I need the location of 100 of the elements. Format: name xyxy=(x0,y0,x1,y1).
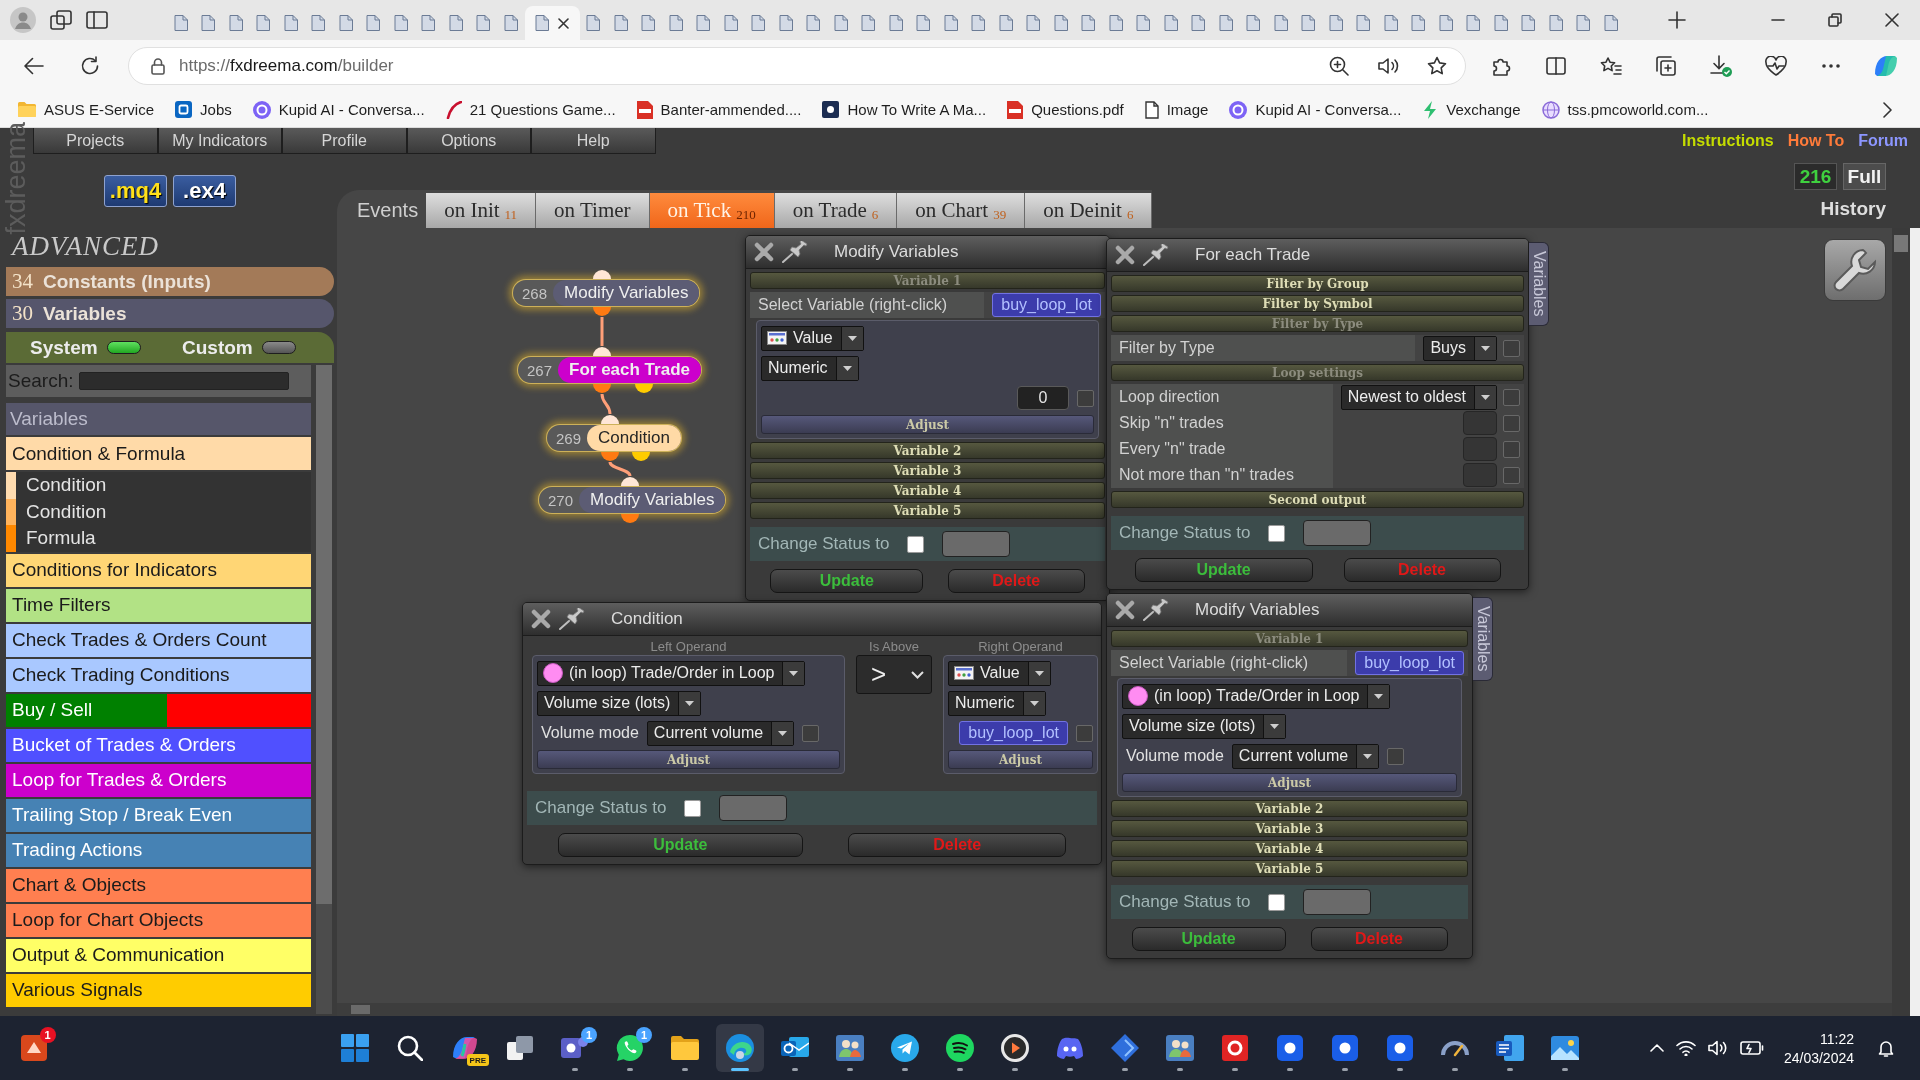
wifi-icon[interactable] xyxy=(1675,1040,1696,1056)
dropdown[interactable]: Volume size (lots) xyxy=(1122,713,1287,739)
checkbox[interactable] xyxy=(1387,747,1405,765)
browser-tab[interactable] xyxy=(524,6,580,40)
pin-icon[interactable] xyxy=(1143,244,1171,266)
checkbox[interactable] xyxy=(1503,388,1520,406)
section-header[interactable]: Second output xyxy=(1111,491,1524,508)
status-input[interactable] xyxy=(942,531,1011,557)
pin-icon[interactable] xyxy=(559,608,587,630)
menu-item[interactable]: Projects xyxy=(33,128,158,154)
bookmark-item[interactable]: Kupid AI - Conversa... xyxy=(252,100,425,119)
event-tab[interactable]: on Trade 6 xyxy=(774,193,898,228)
battery-icon[interactable] xyxy=(1739,1041,1764,1055)
toggle-switch[interactable] xyxy=(261,341,296,354)
adjust-button[interactable]: Adjust xyxy=(537,750,840,769)
section-header[interactable]: Variable 3 xyxy=(1111,820,1468,837)
plus-icon[interactable] xyxy=(1667,11,1686,29)
dropdown[interactable]: Numeric xyxy=(948,690,1046,716)
chevron-right-icon[interactable] xyxy=(1883,101,1892,118)
mode-button[interactable]: Full xyxy=(1843,163,1886,190)
bookmark-item[interactable]: How To Write A Ma... xyxy=(822,101,987,118)
category-item[interactable]: Check Trades & Orders Count xyxy=(6,623,311,657)
checkbox[interactable] xyxy=(1077,389,1094,407)
bookmark-item[interactable]: Image xyxy=(1144,100,1209,119)
event-tab[interactable]: on Deinit 6 xyxy=(1025,193,1153,228)
category-item[interactable]: Check Trading Conditions xyxy=(6,658,311,692)
pin-icon[interactable] xyxy=(1143,599,1171,621)
bookmark-item[interactable]: Questions.pdf xyxy=(1007,100,1124,119)
category-item[interactable]: Output & Communication xyxy=(6,938,311,972)
menu-item[interactable]: Options xyxy=(406,128,531,154)
variable-chip[interactable]: buy_loop_lot xyxy=(1355,651,1464,675)
star-icon[interactable] xyxy=(1427,56,1447,76)
favorites-icon[interactable] xyxy=(1600,56,1622,76)
dropdown[interactable]: Buys xyxy=(1423,335,1497,361)
category-item[interactable]: Formula xyxy=(6,525,311,552)
restore-icon[interactable] xyxy=(1827,13,1842,27)
speaker-icon[interactable] xyxy=(1377,57,1399,75)
flow-node[interactable]: 270 Modify Variables xyxy=(538,486,727,514)
status-checkbox[interactable] xyxy=(1268,893,1286,911)
dropdown[interactable]: Volume size (lots) xyxy=(537,690,702,716)
section-header[interactable]: Variable 4 xyxy=(1111,840,1468,857)
nav-link[interactable]: Forum xyxy=(1858,132,1908,150)
category-item[interactable]: Conditions for Indicators xyxy=(6,553,311,587)
status-checkbox[interactable] xyxy=(907,535,925,553)
menu-item[interactable]: My Indicators xyxy=(157,128,282,154)
adjust-button[interactable]: Adjust xyxy=(761,415,1094,434)
more-icon[interactable] xyxy=(1822,64,1840,68)
checkbox[interactable] xyxy=(1503,466,1520,484)
input-field[interactable] xyxy=(1463,463,1497,487)
adjust-button[interactable]: Adjust xyxy=(948,750,1093,769)
section-header[interactable]: Variable 5 xyxy=(750,502,1105,519)
bookmark-item[interactable]: Vexchange xyxy=(1422,100,1521,119)
category-item[interactable]: Various Signals xyxy=(6,973,311,1007)
section-header[interactable]: Variable 2 xyxy=(750,442,1105,459)
input-field[interactable] xyxy=(1463,411,1497,435)
close-icon[interactable] xyxy=(1115,245,1135,265)
category-item[interactable]: Bucket of Trades & Orders xyxy=(6,728,311,762)
split-screen-icon[interactable] xyxy=(1546,57,1566,75)
menu-item[interactable]: Profile xyxy=(282,128,407,154)
menu-item[interactable]: Help xyxy=(531,128,656,154)
category-item[interactable]: Time Filters xyxy=(6,588,311,622)
nav-link[interactable]: How To xyxy=(1787,132,1845,150)
checkbox[interactable] xyxy=(1503,339,1520,357)
volume-icon[interactable] xyxy=(1707,1040,1728,1056)
chevron-up-icon[interactable] xyxy=(1649,1044,1664,1052)
category-item[interactable]: Loop for Trades & Orders xyxy=(6,763,311,797)
checkbox[interactable] xyxy=(1503,440,1520,458)
taskbar-button[interactable] xyxy=(716,1024,764,1072)
section-header[interactable]: Variable 4 xyxy=(750,482,1105,499)
update-button[interactable]: Update xyxy=(1134,558,1313,582)
close-icon[interactable] xyxy=(531,609,551,629)
taskbar-button[interactable]: 1 xyxy=(9,1024,58,1072)
close-icon[interactable] xyxy=(1115,600,1135,620)
refresh-icon[interactable] xyxy=(80,56,100,76)
workspaces-icon[interactable] xyxy=(50,10,72,30)
close-icon[interactable] xyxy=(1884,13,1899,27)
update-button[interactable]: Update xyxy=(1131,927,1286,951)
flow-node[interactable]: 269 Condition xyxy=(546,424,682,452)
checkbox[interactable] xyxy=(1503,414,1520,432)
status-input[interactable] xyxy=(1303,520,1372,546)
side-tab[interactable]: Variables xyxy=(1473,597,1493,681)
update-button[interactable]: Update xyxy=(770,569,924,593)
file-type-button[interactable]: .ex4 xyxy=(173,175,236,207)
status-input[interactable] xyxy=(1303,889,1372,915)
status-input[interactable] xyxy=(719,795,788,821)
category-item[interactable]: Condition xyxy=(6,472,311,499)
event-tab[interactable]: on Tick 210 xyxy=(649,193,775,228)
back-icon[interactable] xyxy=(24,57,44,75)
variable-chip[interactable]: buy_loop_lot xyxy=(992,293,1101,317)
bookmark-item[interactable]: 21 Questions Game... xyxy=(445,100,616,119)
status-checkbox[interactable] xyxy=(1268,524,1286,542)
category-item[interactable]: Trading Actions xyxy=(6,833,311,867)
collections-icon[interactable] xyxy=(1656,56,1676,76)
tab-actions-icon[interactable] xyxy=(86,10,108,30)
taskbar-button[interactable]: PRE xyxy=(441,1024,489,1072)
notification-bell-icon[interactable] xyxy=(1878,1039,1894,1057)
dropdown[interactable]: (in loop) Trade/Order in Loop xyxy=(1122,683,1391,709)
category-item[interactable]: Trailing Stop / Break Even xyxy=(6,798,311,832)
bookmark-item[interactable]: Kupid AI - Conversa... xyxy=(1229,100,1402,119)
event-tab[interactable]: on Chart 39 xyxy=(897,193,1026,228)
